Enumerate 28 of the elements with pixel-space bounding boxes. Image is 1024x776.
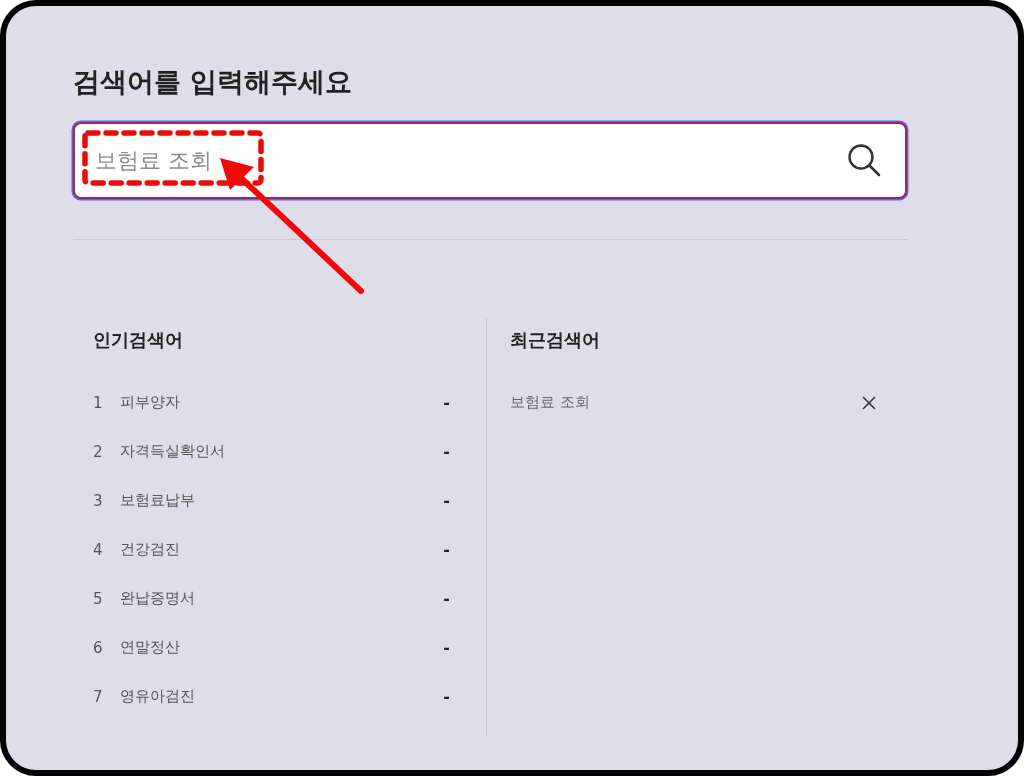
rank-number: 6 [93, 638, 104, 657]
popular-term-link[interactable]: 건강검진 [120, 540, 444, 559]
rank-number: 4 [93, 540, 104, 559]
rank-change: - [443, 638, 450, 657]
search-icon[interactable] [847, 143, 881, 177]
rank-change: - [443, 393, 450, 412]
rank-number: 5 [93, 589, 104, 608]
search-field[interactable]: 보험료 조회 [73, 122, 907, 199]
rank-change: - [443, 687, 450, 706]
rank-change: - [443, 540, 450, 559]
section-heading: 인기검색어 [93, 328, 184, 352]
popular-term-link[interactable]: 피부양자 [120, 393, 444, 412]
rank-change: - [443, 491, 450, 510]
section-heading: 최근검색어 [510, 328, 601, 352]
popular-term-link[interactable]: 완납증명서 [120, 589, 444, 608]
popular-term-link[interactable]: 보험료납부 [120, 491, 444, 510]
page-title: 검색어를 입력해주세요 [73, 65, 354, 99]
rank-change: - [443, 442, 450, 461]
rank-number: 2 [93, 442, 104, 461]
recent-term-link[interactable]: 보험료 조회 [510, 393, 862, 412]
close-icon[interactable] [862, 395, 876, 410]
rank-number: 7 [93, 687, 104, 706]
rank-number: 3 [93, 491, 104, 510]
rank-number: 1 [93, 393, 104, 412]
rank-change: - [443, 589, 450, 608]
popular-term-link[interactable]: 영유아검진 [120, 687, 444, 706]
popular-term-link[interactable]: 연말정산 [120, 638, 444, 657]
popular-term-link[interactable]: 자격득실확인서 [120, 442, 444, 461]
